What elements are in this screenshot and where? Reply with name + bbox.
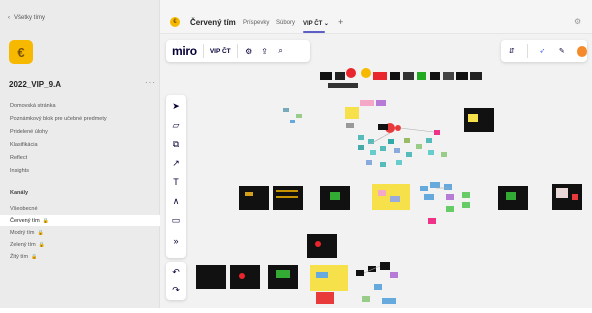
settings-icon[interactable]: ⚙ <box>574 17 581 26</box>
channel-green-team[interactable]: Zelený tím 🔒 <box>0 239 160 250</box>
miro-creation-toolbar: ➤ ▱ ⧉ ↗ T ∧ ▭ » <box>166 95 186 258</box>
nav-home[interactable]: Domovská stránka <box>10 103 56 109</box>
miro-board-canvas[interactable] <box>160 34 592 308</box>
divider <box>236 44 238 58</box>
divider <box>202 44 204 58</box>
miro-board-toolbar: miro VIP ČT ⚙ ⇪ ⌕ <box>166 40 310 62</box>
back-label: Všetky tímy <box>14 15 46 21</box>
lock-icon: 🔒 <box>37 229 44 236</box>
gear-icon[interactable]: ⚙ <box>244 47 254 56</box>
tab-files[interactable]: Súbory <box>276 20 295 26</box>
text-tool-icon[interactable]: T <box>166 174 186 190</box>
channel-blue-team[interactable]: Modrý tím 🔒 <box>0 227 160 238</box>
back-to-teams[interactable]: ‹ Všetky tímy <box>8 15 45 21</box>
board-name[interactable]: VIP ČT <box>210 48 231 55</box>
shapes-icon[interactable]: ⧉ <box>166 136 186 152</box>
search-icon[interactable]: ⌕ <box>276 46 286 56</box>
lock-icon: 🔒 <box>42 217 49 224</box>
channel-yellow-team[interactable]: Žltý tím 🔒 <box>0 251 160 262</box>
sticky-note-icon[interactable]: ▱ <box>166 117 186 133</box>
mindmap-cluster <box>283 100 447 167</box>
team-more-options-icon[interactable]: ··· <box>145 78 156 87</box>
tab-vip-ct[interactable]: VIP ČT ⌄ <box>303 20 329 27</box>
pen-tool-icon[interactable]: ∧ <box>166 193 186 209</box>
nav-insights[interactable]: Insights <box>10 168 29 174</box>
reactions-icon[interactable]: ✎ <box>557 47 567 55</box>
redo-icon[interactable]: ↷ <box>166 282 186 298</box>
more-tools-icon[interactable]: » <box>166 233 186 249</box>
undo-icon[interactable]: ↶ <box>166 264 186 280</box>
select-tool-icon[interactable]: ➤ <box>166 98 186 114</box>
undo-redo-toolbar: ↶ ↷ <box>166 262 186 300</box>
middle-frames-row <box>239 182 582 224</box>
miro-logo[interactable]: miro <box>172 44 197 58</box>
channel-header: € Červený tím Príspevky Súbory VIP ČT ⌄ … <box>160 0 592 34</box>
channel-label: Modrý tím <box>10 229 35 236</box>
nav-assignments[interactable]: Pridelené úlohy <box>10 129 48 135</box>
divider <box>526 44 528 58</box>
lock-icon: 🔒 <box>38 241 45 248</box>
add-tab-button[interactable]: + <box>338 17 343 27</box>
top-frames-cluster <box>320 68 482 88</box>
team-name: 2022_VIP_9.A <box>9 80 62 89</box>
team-sidebar: ‹ Všetky tímy € 2022_VIP_9.A ··· Domovsk… <box>0 0 160 308</box>
channel-label: Červený tím <box>10 217 40 224</box>
chevron-left-icon: ‹ <box>8 15 10 21</box>
tab-posts[interactable]: Príspevky <box>243 20 269 26</box>
nav-reflect[interactable]: Reflect <box>10 155 27 161</box>
connection-line-icon[interactable]: ↗ <box>166 155 186 171</box>
channel-label: Zelený tím <box>10 241 36 248</box>
channel-label: Všeobecné <box>10 205 38 212</box>
filter-icon[interactable]: ⇵ <box>507 47 517 55</box>
user-avatar[interactable] <box>576 45 588 57</box>
board-content <box>196 68 582 304</box>
channel-avatar: € <box>170 17 180 27</box>
lock-icon: 🔒 <box>31 253 38 260</box>
nav-class-notebook[interactable]: Poznámkový blok pre učebné predmety <box>10 116 107 122</box>
channel-label: Žltý tím <box>10 253 29 260</box>
miro-collaboration-toolbar: ⇵ ➶ ✎ <box>501 40 588 62</box>
cursor-icon[interactable]: ➶ <box>537 47 547 55</box>
channel-red-team[interactable]: Červený tím 🔒 <box>0 215 160 226</box>
team-avatar[interactable]: € <box>9 40 33 64</box>
comment-icon[interactable]: ▭ <box>166 212 186 228</box>
share-icon[interactable]: ⇪ <box>260 47 270 56</box>
nav-grades[interactable]: Klasifikácia <box>10 142 38 148</box>
channel-title: Červený tím <box>190 18 236 27</box>
channel-general[interactable]: Všeobecné <box>0 203 160 214</box>
active-tab-indicator <box>303 31 325 33</box>
channels-section-title: Kanály <box>10 190 29 196</box>
lower-frames <box>196 234 398 304</box>
